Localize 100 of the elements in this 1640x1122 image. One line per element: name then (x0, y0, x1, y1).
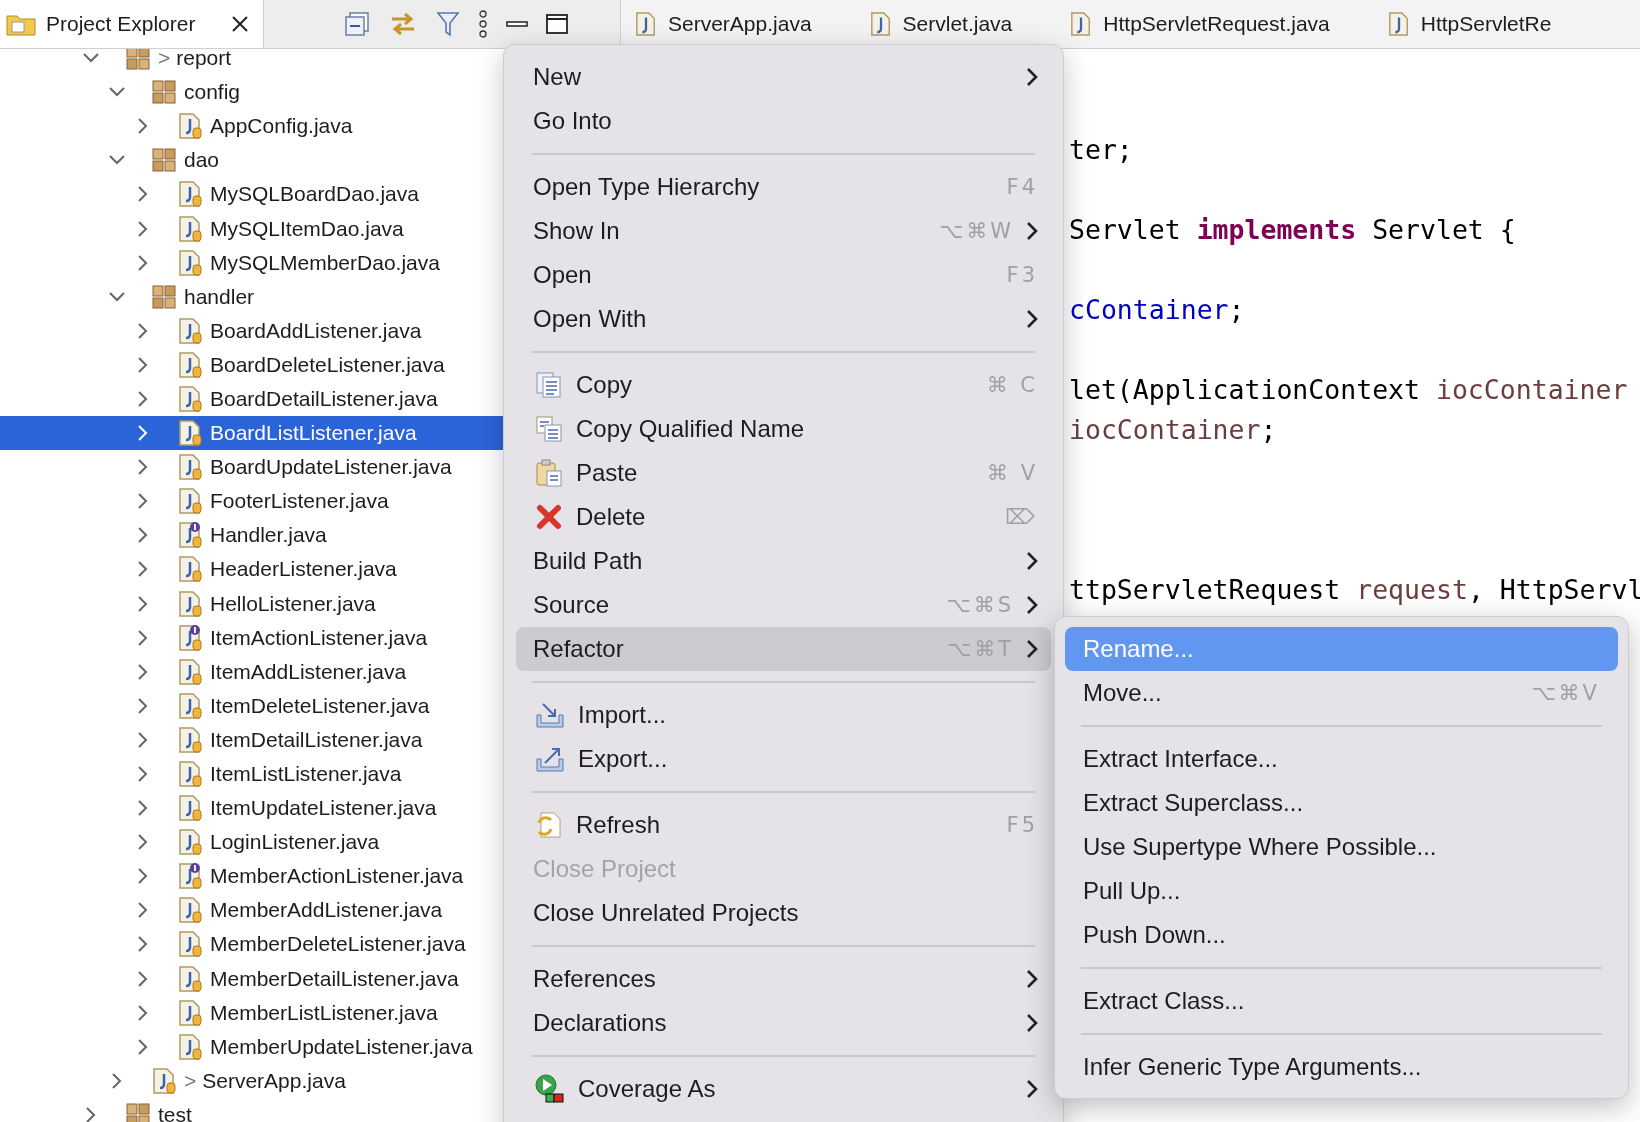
menu-label: Refactor (533, 635, 625, 663)
chevron-right-icon[interactable] (138, 356, 148, 373)
shortcut-text: ⌥⌘W (939, 219, 1014, 243)
shortcut-text: F4 (1006, 175, 1038, 199)
chevron-right-icon[interactable] (138, 731, 148, 748)
file-icon (178, 761, 202, 787)
minimize-icon[interactable] (506, 21, 528, 27)
menu-label: Source (533, 591, 611, 619)
code-line: cContainer; (1069, 293, 1246, 327)
chevron-right-icon[interactable] (138, 595, 148, 612)
file-icon (178, 624, 202, 651)
menu-item[interactable]: Go Into (516, 99, 1051, 143)
file-icon (178, 249, 202, 276)
menu-item[interactable]: Extract Class... (1065, 979, 1618, 1023)
file-icon (178, 351, 202, 378)
chevron-right-icon[interactable] (138, 1004, 148, 1021)
menu-label: Export... (578, 745, 669, 773)
chevron-right-icon[interactable] (138, 322, 148, 339)
collapse-all-icon[interactable] (344, 11, 370, 37)
code-line: Servlet implements Servlet { (1069, 213, 1517, 247)
export-icon (535, 745, 565, 773)
file-icon (178, 726, 202, 753)
menu-item[interactable]: Import... (516, 693, 1051, 737)
menu-item[interactable]: Copy ⌘ C (516, 363, 1051, 407)
menu-item[interactable]: Declarations (516, 1001, 1051, 1045)
chevron-right-icon[interactable] (138, 970, 148, 987)
chevron-down-icon[interactable] (109, 87, 125, 98)
menu-item[interactable]: New (516, 55, 1051, 99)
menu-item[interactable]: Export... (516, 737, 1051, 781)
code-line: ter; (1069, 133, 1134, 167)
chevron-right-icon[interactable] (112, 1072, 122, 1089)
menu-label: Copy (576, 371, 634, 399)
chevron-right-icon[interactable] (138, 459, 148, 476)
chevron-right-icon[interactable] (138, 697, 148, 714)
chevron-right-icon[interactable] (138, 220, 148, 237)
chevron-right-icon[interactable] (138, 561, 148, 578)
package-icon (126, 1102, 150, 1122)
file-icon (178, 181, 202, 208)
menu-item[interactable]: Show In ⌥⌘W (516, 209, 1051, 253)
menu-label: Close Unrelated Projects (533, 899, 800, 927)
chevron-right-icon[interactable] (138, 493, 148, 510)
chevron-right-icon[interactable] (138, 834, 148, 851)
code-line: ttpServletRequest request, HttpServl (1069, 573, 1640, 607)
menu-label: Close Project (533, 855, 677, 883)
menu-item[interactable]: Delete ⌦ (516, 495, 1051, 539)
chevron-right-icon[interactable] (86, 1106, 96, 1122)
menu-label: Import... (578, 701, 668, 729)
chevron-down-icon[interactable] (83, 53, 99, 64)
chevron-right-icon[interactable] (138, 527, 148, 544)
close-icon[interactable] (231, 15, 249, 33)
more-icon[interactable] (478, 10, 488, 38)
code-line: let(ApplicationContext iocContainer (1069, 373, 1629, 407)
chevron-right-icon[interactable] (138, 766, 148, 782)
menu-item[interactable]: Paste ⌘ V (516, 451, 1051, 495)
menu-item[interactable]: Build Path (516, 539, 1051, 583)
file-icon (178, 488, 202, 515)
chevron-right-icon[interactable] (138, 800, 148, 817)
menu-item[interactable]: Push Down... (1065, 913, 1618, 957)
chevron-right-icon[interactable] (138, 254, 148, 271)
menu-item[interactable]: Pull Up... (1065, 869, 1618, 913)
package-icon (152, 148, 176, 173)
delete-icon (535, 503, 563, 531)
shortcut-text: ⌦ (1005, 505, 1038, 529)
refresh-icon (535, 811, 563, 839)
file-icon (178, 454, 202, 481)
package-icon (152, 80, 176, 105)
chevron-down-icon[interactable] (109, 291, 125, 302)
menu-item[interactable]: Extract Superclass... (1065, 781, 1618, 825)
menu-item[interactable]: Coverage As (516, 1067, 1051, 1111)
file-icon (178, 317, 202, 344)
chevron-right-icon[interactable] (138, 391, 148, 407)
file-icon (178, 931, 202, 958)
chevron-right-icon[interactable] (138, 118, 148, 135)
chevron-right-icon[interactable] (138, 186, 148, 203)
menu-item[interactable]: Source ⌥⌘S (516, 583, 1051, 627)
editor-tab[interactable]: ServerApp.java (635, 0, 870, 48)
menu-item[interactable]: Open F3 (516, 253, 1051, 297)
menu-item[interactable]: Infer Generic Type Arguments... (1065, 1045, 1618, 1089)
view-tab[interactable]: Project Explorer (0, 0, 264, 48)
chevron-right-icon[interactable] (138, 936, 148, 953)
menu-item[interactable]: Extract Interface... (1065, 737, 1618, 781)
editor-tab[interactable]: HttpServletRequest.java (1070, 0, 1388, 48)
chevron-down-icon[interactable] (109, 155, 125, 166)
menu-label: Show In (533, 217, 621, 245)
chevron-right-icon[interactable] (138, 1038, 148, 1055)
menu-item[interactable]: Open With (516, 297, 1051, 341)
menu-item[interactable]: Refresh F5 (516, 803, 1051, 847)
import-icon (535, 701, 565, 729)
editor-tab[interactable]: Servlet.java (869, 0, 1071, 48)
chevron-right-icon[interactable] (138, 663, 148, 680)
chevron-right-icon[interactable] (138, 902, 148, 919)
chevron-right-icon[interactable] (138, 629, 148, 646)
file-icon (152, 1067, 176, 1094)
file-icon (1387, 12, 1410, 36)
chevron-right-icon[interactable] (138, 868, 148, 885)
maximize-icon[interactable] (546, 14, 568, 34)
filter-icon[interactable] (436, 11, 460, 37)
menu-item[interactable]: Move... ⌥⌘V (1065, 671, 1618, 715)
editor-tab[interactable]: HttpServletRe (1387, 0, 1610, 48)
menu-item[interactable]: Use Supertype Where Possible... (1065, 825, 1618, 869)
